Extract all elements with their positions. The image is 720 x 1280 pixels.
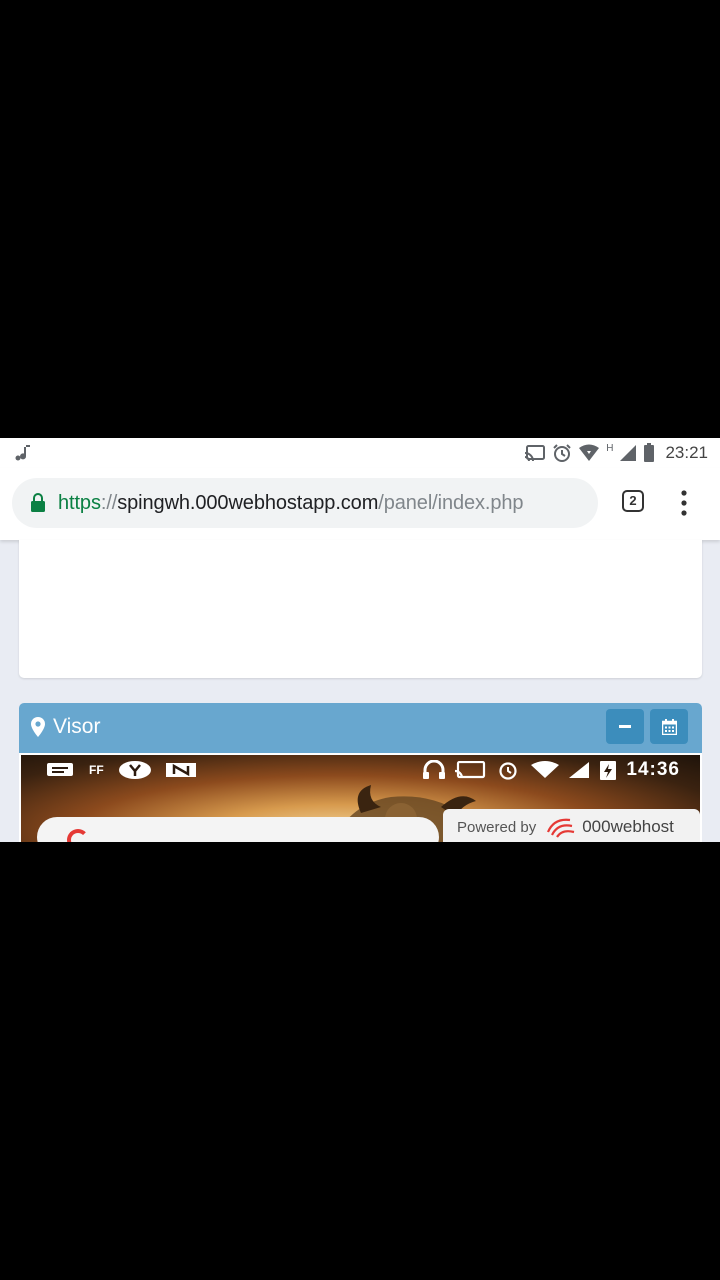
inner-ff-label: FF [89,763,104,777]
inner-time: 14:36 [626,759,680,780]
inner-search-bar [37,817,439,842]
browser-toolbar: https://spingwh.000webhostapp.com/panel/… [0,468,720,540]
lock-icon [31,493,45,512]
hosting-badge[interactable]: Powered by 000webhost [443,809,700,842]
phone-screen: H 23:21 https://spingwh.000webhostapp.co… [0,438,720,842]
minus-icon [619,724,631,728]
cell-signal-icon [569,762,590,778]
overflow-menu-icon[interactable] [676,488,692,518]
cell-signal-icon [620,445,637,461]
google-logo-icon [67,829,89,842]
cast-icon [455,761,486,779]
webhost-brand-text: 000webhost [582,817,674,836]
message-icon [47,763,73,776]
content-card [19,540,702,678]
cast-icon [525,445,546,462]
address-bar[interactable]: https://spingwh.000webhostapp.com/panel/… [12,478,598,528]
headphones-icon [423,760,446,779]
url-host: spingwh.000webhostapp.com [117,491,379,514]
url-path: /panel/index.php [378,491,524,514]
url-scheme: https [58,491,101,514]
inner-status-right: 14:36 [422,759,680,781]
calendar-button[interactable] [650,709,688,744]
collapse-button[interactable] [606,709,644,744]
battery-charging-icon [600,761,617,780]
battery-icon [644,443,655,462]
screenshot-viewer: FF 14:36 Powered by 000webhost [21,755,700,842]
network-type-label: H [606,443,614,454]
alarm-icon [499,762,517,780]
alarm-icon [553,444,571,462]
n-app-icon [165,763,196,777]
status-icons: H 23:21 [524,441,708,465]
powered-by-text: Powered by [457,818,537,836]
visor-panel: Visor FF 14:36 Powered by 000webhost [19,703,702,842]
map-marker-icon [31,717,45,737]
wifi-icon [531,761,560,778]
url-text[interactable]: https://spingwh.000webhostapp.com/panel/… [58,491,524,515]
panel-title: Visor [31,715,100,739]
url-separator: :// [100,491,118,514]
panel-title-text: Visor [53,715,101,738]
calendar-icon [661,718,677,735]
webhost-logo-icon [547,818,575,838]
tab-switcher-button[interactable]: 2 [622,490,644,512]
panel-header: Visor [19,703,702,753]
inner-status-bar: FF 14:36 [21,755,700,785]
wifi-icon [579,444,600,461]
y-app-icon [118,761,151,779]
status-time: 23:21 [665,443,708,462]
inner-status-left: FF [45,760,196,780]
status-bar: H 23:21 [0,438,720,468]
music-note-icon [15,445,30,461]
